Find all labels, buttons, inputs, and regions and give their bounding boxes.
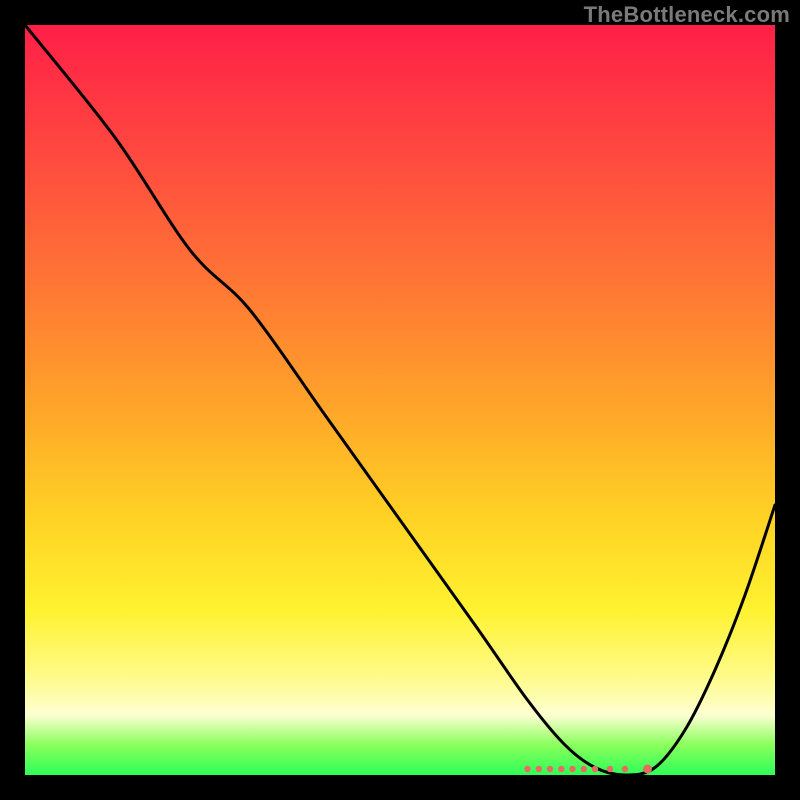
watermark-text: TheBottleneck.com	[584, 2, 790, 28]
chart-container: TheBottleneck.com	[0, 0, 800, 800]
plot-inner	[25, 25, 775, 775]
plot-frame	[25, 25, 775, 775]
optimal-zone-dots	[25, 25, 775, 775]
